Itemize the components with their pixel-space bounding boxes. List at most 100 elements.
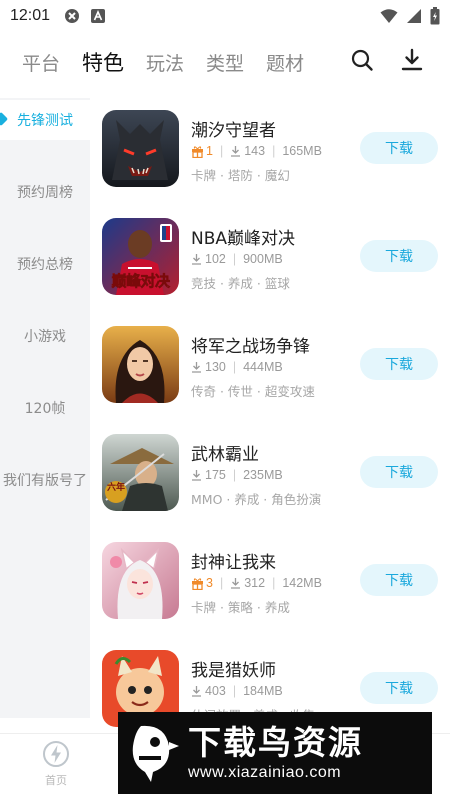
top-actions [350,48,424,72]
game-row[interactable]: 将军之战场争锋 130 | 444MB 传奇 · 传世 · 超变攻速 下载 [90,326,450,434]
blocked-notification-icon [65,9,80,23]
separator: | [219,144,224,158]
sidebar-item-mini-games[interactable]: 小游戏 [0,316,90,356]
download-count-icon [192,362,201,373]
tab-platform[interactable]: 平台 [22,49,60,76]
sidebar-item-label: 小游戏 [24,329,66,345]
tab-gameplay[interactable]: 玩法 [146,49,184,76]
tab-theme[interactable]: 题材 [266,49,304,76]
file-size: 142MB [282,576,322,590]
battery-icon [430,7,440,25]
file-size: 444MB [243,360,283,374]
gift-count-value: 3 [206,576,213,590]
game-meta: 1 | 143 | 165MB [191,144,322,158]
gift-count-value: 1 [206,144,213,158]
home-icon [43,741,69,767]
file-size: 165MB [282,144,322,158]
download-count: 312 [230,576,265,590]
watermark-title: 下载鸟资源 [188,723,363,762]
tab-genre[interactable]: 类型 [206,49,244,76]
game-row[interactable]: 封神让我来 3 | 312 | 142MB 卡牌 · 策略 · 养成 下载 [90,542,450,650]
download-count-value: 130 [205,360,226,374]
game-meta: 102 | 900MB [191,252,283,266]
download-count-value: 143 [244,144,266,158]
game-meta: 403 | 184MB [191,684,283,698]
fox-girl-icon[interactable] [102,542,179,619]
download-manager-icon[interactable] [400,48,424,72]
search-icon[interactable] [350,48,374,72]
basketball-player-icon[interactable]: 巅峰对决 [102,218,179,295]
game-name: 封神让我来 [191,553,276,573]
download-button[interactable]: 下载 [360,672,438,704]
download-count-icon [231,578,241,589]
download-count: 130 [191,360,226,374]
status-notifications [64,8,106,24]
download-count-value: 175 [205,468,226,482]
download-count-icon [192,686,201,697]
gift-icon [192,145,203,158]
game-row[interactable]: 潮汐守望者 1 | 143 | 165MB 卡牌 · 塔防 · 魔幻 下载 [90,110,450,218]
game-icon-text: 六年 [107,483,126,493]
sidebar-item-label: 预约周榜 [17,185,73,201]
signal-icon [407,9,421,23]
separator: | [219,576,224,590]
download-button[interactable]: 下载 [360,132,438,164]
separator: | [232,252,237,266]
gift-count: 1 [191,144,213,158]
download-count-icon [231,146,241,157]
status-system-icons [380,7,440,25]
game-tags: MMO · 养成 · 角色扮演 [191,492,322,507]
download-button[interactable]: 下载 [360,348,438,380]
download-count-value: 102 [205,252,226,266]
game-icon-text: 巅峰对决 [111,272,170,291]
active-marker-icon [0,111,9,127]
werewolf-icon[interactable] [102,110,179,187]
sidebar: 先锋测试 预约周榜 预约总榜 小游戏 120帧 我们有版号了 [0,98,90,718]
game-tags: 传奇 · 传世 · 超变攻速 [191,384,315,399]
warrior-woman-icon[interactable] [102,326,179,403]
game-list: 潮汐守望者 1 | 143 | 165MB 卡牌 · 塔防 · 魔幻 下载 巅峰… [90,98,450,738]
download-count-value: 312 [244,576,266,590]
sidebar-item-120fps[interactable]: 120帧 [0,388,90,428]
file-size: 235MB [243,468,283,482]
sidebar-item-weekly-reservations[interactable]: 预约周榜 [0,172,90,212]
game-row[interactable]: 六年 武林霸业 175 | 235MB MMO · 养成 · 角色扮演 下载 [90,434,450,542]
game-name: 将军之战场争锋 [191,337,310,357]
sidebar-item-label: 我们有版号了 [3,473,87,489]
status-bar: 12:01 [0,0,450,32]
game-name: 潮汐守望者 [191,121,276,141]
app-notification-icon [91,9,106,23]
download-button[interactable]: 下载 [360,240,438,272]
sidebar-item-total-reservations[interactable]: 预约总榜 [0,244,90,284]
game-name: NBA巅峰对决 [191,229,296,249]
separator: | [272,576,276,590]
download-count: 102 [191,252,226,266]
game-tags: 卡牌 · 策略 · 养成 [191,600,290,615]
separator: | [232,684,237,698]
sidebar-item-label: 120帧 [24,401,66,417]
file-size: 184MB [243,684,283,698]
download-button[interactable]: 下载 [360,456,438,488]
download-count: 143 [230,144,265,158]
download-button[interactable]: 下载 [360,564,438,596]
swordsman-icon[interactable]: 六年 [102,434,179,511]
download-count: 403 [191,684,226,698]
download-count-icon [192,470,201,481]
nav-home[interactable]: 首页 [30,740,82,788]
game-row[interactable]: 巅峰对决 NBA巅峰对决 102 | 900MB 竞技 · 养成 · 篮球 下载 [90,218,450,326]
sidebar-item-label: 先锋测试 [17,113,73,129]
tab-featured[interactable]: 特色 [82,47,124,77]
game-name: 武林霸业 [191,445,259,465]
status-time: 12:01 [10,7,51,24]
nav-home-label: 首页 [45,774,67,787]
watermark-banner: 下载鸟资源 www.xiazainiao.com [118,712,432,794]
download-count: 175 [191,468,226,482]
separator: | [272,144,276,158]
game-meta: 175 | 235MB [191,468,283,482]
gift-count: 3 [191,576,213,590]
sidebar-item-licensed[interactable]: 我们有版号了 [0,460,90,500]
file-size: 900MB [243,252,283,266]
download-count-value: 403 [205,684,226,698]
separator: | [232,360,237,374]
sidebar-item-pioneer-test[interactable]: 先锋测试 [0,100,90,140]
